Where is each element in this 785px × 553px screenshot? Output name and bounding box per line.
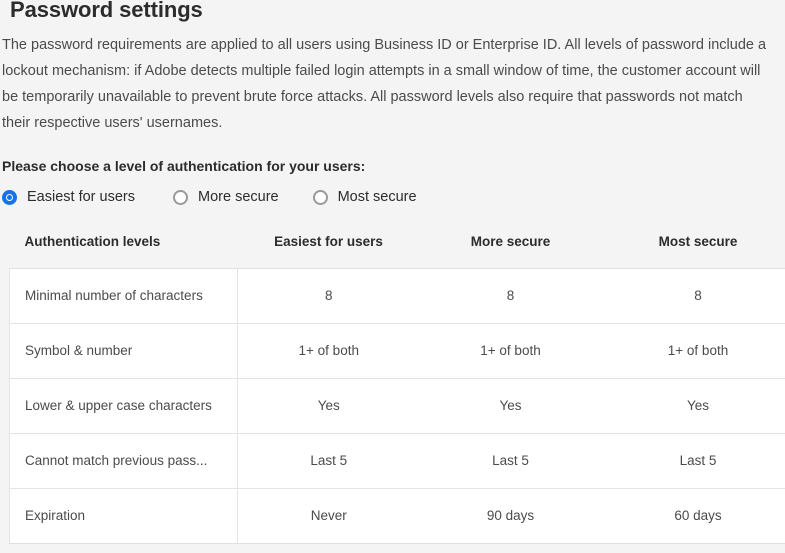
radio-unselected-icon[interactable] bbox=[312, 189, 328, 205]
row-value-most-secure: 1+ of both bbox=[601, 322, 785, 379]
row-value-more-secure: Yes bbox=[419, 377, 602, 434]
table-row: Lower & upper case characters Yes Yes Ye… bbox=[9, 377, 785, 434]
row-value-most-secure: Yes bbox=[601, 377, 785, 434]
row-value-more-secure: 90 days bbox=[419, 487, 602, 544]
row-value-more-secure: Last 5 bbox=[419, 432, 602, 489]
radio-label-easiest-for-users: Easiest for users bbox=[27, 189, 135, 205]
authentication-level-prompt: Please choose a level of authentication … bbox=[2, 158, 366, 174]
row-label: Lower & upper case characters bbox=[9, 377, 238, 434]
row-label: Cannot match previous pass... bbox=[9, 432, 238, 489]
table-header-row: Authentication levels Easiest for users … bbox=[9, 232, 785, 268]
table-row: Expiration Never 90 days 60 days bbox=[9, 487, 785, 544]
table-row: Symbol & number 1+ of both 1+ of both 1+… bbox=[9, 322, 785, 379]
page-title: Password settings bbox=[10, 0, 203, 22]
row-label: Symbol & number bbox=[9, 322, 238, 379]
row-value-more-secure: 8 bbox=[419, 267, 602, 324]
table-body: Minimal number of characters 8 8 8 Symbo… bbox=[9, 267, 785, 544]
column-header-more-secure: More secure bbox=[419, 232, 602, 268]
row-value-easiest: Last 5 bbox=[237, 432, 420, 489]
authentication-levels-table-wrapper: Authentication levels Easiest for users … bbox=[9, 232, 785, 544]
intro-paragraph: The password requirements are applied to… bbox=[2, 37, 767, 131]
row-value-easiest: Yes bbox=[237, 377, 420, 434]
radio-option-more-secure[interactable]: More secure bbox=[173, 188, 279, 206]
radio-option-most-secure[interactable]: Most secure bbox=[312, 188, 417, 206]
radio-unselected-icon[interactable] bbox=[173, 189, 188, 205]
row-value-most-secure: 60 days bbox=[601, 487, 785, 544]
table-row: Minimal number of characters 8 8 8 bbox=[9, 267, 785, 324]
row-value-most-secure: Last 5 bbox=[601, 432, 785, 489]
column-header-most-secure: Most secure bbox=[601, 232, 785, 268]
table-header: Authentication levels Easiest for users … bbox=[9, 232, 785, 268]
column-header-authentication-levels: Authentication levels bbox=[9, 232, 238, 268]
row-value-easiest: 1+ of both bbox=[237, 322, 420, 379]
row-value-easiest: 8 bbox=[237, 267, 420, 324]
row-value-most-secure: 8 bbox=[601, 267, 785, 324]
row-label: Minimal number of characters bbox=[9, 267, 238, 324]
row-label: Expiration bbox=[9, 487, 238, 544]
row-value-easiest: Never bbox=[237, 487, 420, 544]
authentication-level-radio-group: Easiest for users More secure Most secur… bbox=[0, 175, 785, 206]
radio-label-most-secure: Most secure bbox=[337, 189, 417, 205]
radio-label-more-secure: More secure bbox=[198, 189, 279, 205]
column-header-easiest-for-users: Easiest for users bbox=[237, 232, 420, 268]
radio-selected-icon[interactable] bbox=[2, 189, 17, 205]
password-settings-page: Password settings The password requireme… bbox=[0, 0, 785, 553]
radio-option-easiest-for-users[interactable]: Easiest for users bbox=[2, 188, 135, 206]
table-row: Cannot match previous pass... Last 5 Las… bbox=[9, 432, 785, 489]
authentication-levels-table: Authentication levels Easiest for users … bbox=[9, 232, 785, 544]
row-value-more-secure: 1+ of both bbox=[419, 322, 602, 379]
